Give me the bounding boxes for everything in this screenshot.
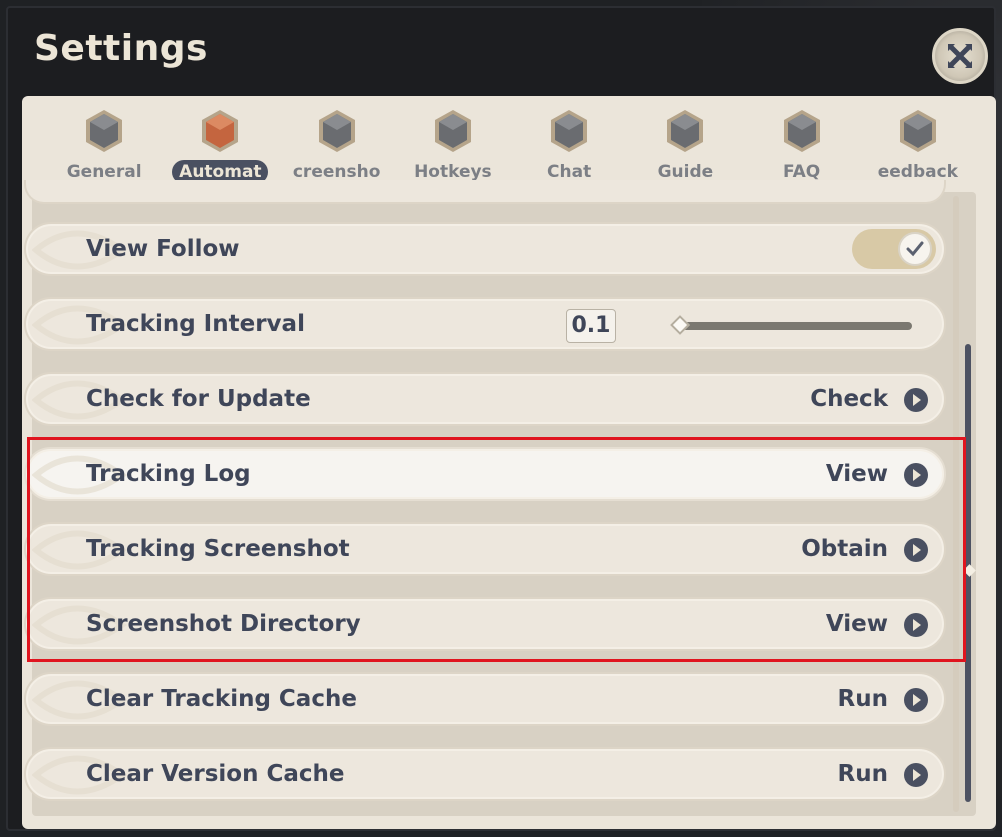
hexagon-gem-icon bbox=[202, 110, 239, 152]
play-arrow-icon[interactable] bbox=[904, 388, 928, 412]
highlight-box bbox=[27, 437, 966, 662]
run-button[interactable]: Run bbox=[838, 761, 888, 787]
hexagon-gem-icon bbox=[667, 110, 704, 152]
close-button[interactable] bbox=[932, 28, 988, 84]
row-check-update[interactable]: Check for Update Check bbox=[24, 372, 946, 426]
window-title: Settings bbox=[34, 28, 208, 69]
row-clear-version-cache[interactable]: Clear Version Cache Run bbox=[24, 747, 946, 801]
row-label: Check for Update bbox=[86, 386, 311, 412]
row-label: Tracking Interval bbox=[86, 311, 305, 337]
tab-screenshot[interactable]: creensho bbox=[279, 106, 395, 186]
tab-bar: General Automat creensho Hotkeys Chat Gu… bbox=[46, 106, 976, 186]
slider-handle[interactable] bbox=[670, 315, 690, 335]
row-label: Clear Tracking Cache bbox=[86, 686, 357, 712]
check-button[interactable]: Check bbox=[810, 386, 888, 412]
play-arrow-icon[interactable] bbox=[904, 688, 928, 712]
tab-chat[interactable]: Chat bbox=[511, 106, 627, 186]
view-follow-toggle[interactable] bbox=[852, 229, 936, 269]
row-tracking-interval: Tracking Interval 0.1 bbox=[24, 297, 946, 351]
hexagon-gem-icon bbox=[434, 110, 471, 152]
play-arrow-icon[interactable] bbox=[904, 763, 928, 787]
hexagon-gem-icon bbox=[783, 110, 820, 152]
row-label: View Follow bbox=[86, 236, 240, 262]
checkmark-icon bbox=[906, 241, 924, 257]
row-clear-tracking-cache[interactable]: Clear Tracking Cache Run bbox=[24, 672, 946, 726]
tab-automation[interactable]: Automat bbox=[162, 106, 278, 186]
run-button[interactable]: Run bbox=[838, 686, 888, 712]
hexagon-gem-icon bbox=[86, 110, 123, 152]
row-label: Clear Version Cache bbox=[86, 761, 345, 787]
hexagon-gem-icon bbox=[899, 110, 936, 152]
tracking-interval-slider[interactable] bbox=[676, 322, 912, 330]
toggle-knob bbox=[898, 232, 932, 266]
list-item-partial bbox=[24, 180, 946, 204]
tab-general[interactable]: General bbox=[46, 106, 162, 186]
tab-feedback[interactable]: eedback bbox=[860, 106, 976, 186]
tab-hotkeys[interactable]: Hotkeys bbox=[395, 106, 511, 186]
close-icon bbox=[948, 44, 972, 68]
tab-guide[interactable]: Guide bbox=[627, 106, 743, 186]
hexagon-gem-icon bbox=[551, 110, 588, 152]
tab-faq[interactable]: FAQ bbox=[744, 106, 860, 186]
hexagon-gem-icon bbox=[318, 110, 355, 152]
tracking-interval-value[interactable]: 0.1 bbox=[566, 309, 616, 343]
row-view-follow: View Follow bbox=[24, 222, 946, 276]
